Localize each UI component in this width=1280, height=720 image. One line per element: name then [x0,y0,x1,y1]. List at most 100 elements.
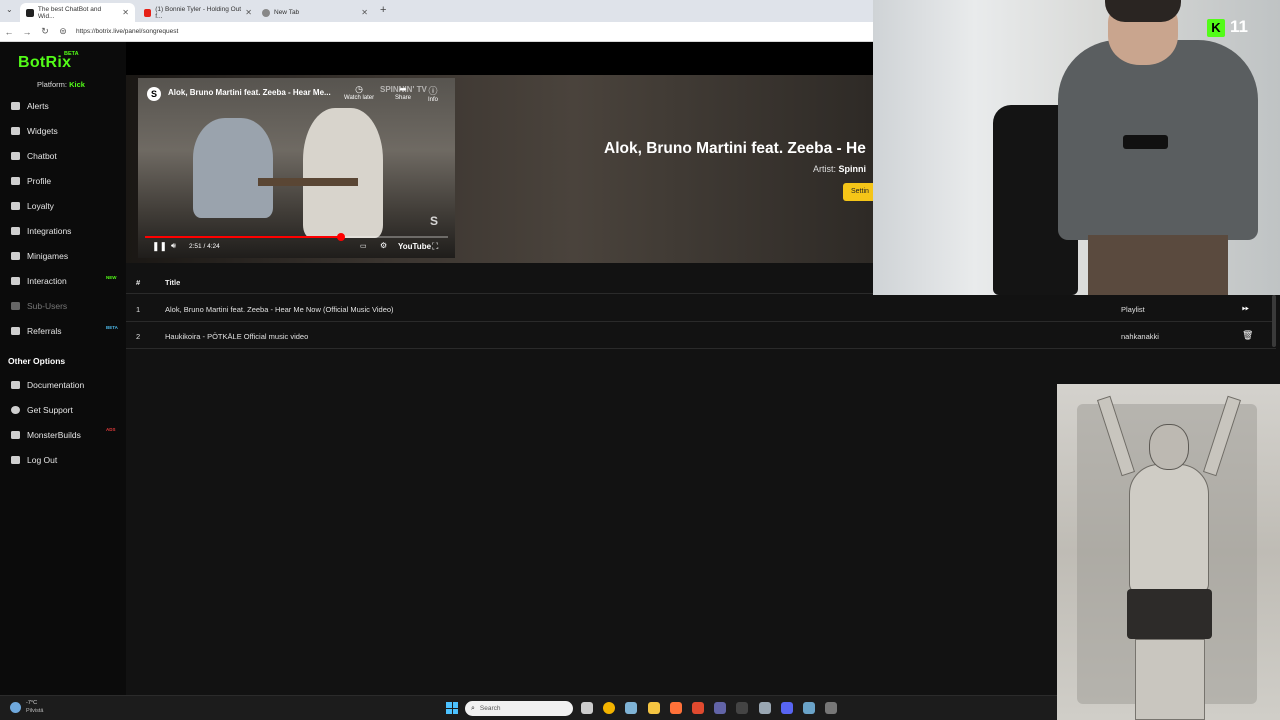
table-row: 2 Haukikoira - PÖTKÄLE Official music vi… [126,322,1276,349]
platform-indicator: Platform: Kick [37,80,85,89]
weather-temp[interactable]: -7°C [26,700,37,706]
sidebar-item-label: Alerts [27,101,49,111]
other-options-heading: Other Options [8,356,66,366]
table-scrollbar[interactable] [1272,295,1276,347]
back-icon[interactable]: ← [0,27,18,37]
search-icon: ⌕ [471,704,475,712]
sidebar-item-get-support[interactable]: Get Support [0,401,126,419]
share-button[interactable]: ➦ Share [395,84,411,101]
sidebar-item-log-out[interactable]: Log Out [0,451,126,469]
tab-label: The best ChatBot and Wid... [37,5,102,20]
now-playing-title: Alok, Bruno Martini feat. Zeeba - He [604,140,866,157]
table-row: 1 Alok, Bruno Martini feat. Zeeba - Hear… [126,295,1276,322]
share-icon: ➦ [399,84,407,94]
kick-icon: K [1207,19,1225,37]
fullscreen-icon[interactable]: ⛶ [432,241,438,252]
sidebar-item-referrals[interactable]: Referrals BETA [0,322,126,340]
teams-icon[interactable] [714,702,727,714]
captions-icon[interactable]: ▭ [360,242,367,250]
webcam-overlay: K 11 [873,0,1280,295]
browser-tab-bar: The best ChatBot and Wid... ✕ (1) Bonnie… [0,0,873,22]
browser-tab-botrix[interactable]: The best ChatBot and Wid... ✕ [20,3,135,22]
youtube-player[interactable]: S Alok, Bruno Martini feat. Zeeba - Hear… [138,78,455,258]
sidebar-item-label: Interaction [27,276,67,286]
sidebar-item-label: Minigames [27,251,69,261]
folder-icon[interactable] [647,702,660,714]
discord-icon[interactable] [780,702,793,714]
share-label: Share [395,95,412,101]
clock-icon: ◷ [355,84,363,94]
sidebar-item-monsterbuilds[interactable]: MonsterBuilds ADS [0,426,126,444]
site-info-icon[interactable]: ⊜ [54,26,72,37]
settings-icon[interactable] [758,702,771,714]
weather-condition[interactable]: Pilvistä [26,708,43,714]
progress-fill [145,236,342,238]
artist-value: Spinni [838,164,867,174]
windows-taskbar: -7°C Pilvistä ⌕ Search [0,695,1057,720]
close-tab-icon[interactable]: ✕ [245,8,252,17]
sidebar-item-chatbot[interactable]: Chatbot [0,147,126,165]
volume-icon[interactable]: 🔊︎ [171,241,176,251]
sidebar-item-interaction[interactable]: Interaction NEW [0,272,126,290]
sidebar-item-minigames[interactable]: Minigames [0,247,126,265]
obs-icon[interactable] [825,702,838,714]
alert-icon [11,102,20,110]
reload-icon[interactable]: ↻ [36,26,54,37]
widgets-icon [11,127,20,135]
tab-search-icon[interactable]: ⌄ [6,5,13,14]
steam-icon[interactable] [625,702,638,714]
gamepad-icon [11,252,20,260]
watch-later-label: Watch later [344,95,375,101]
task-view-icon[interactable] [581,702,593,714]
info-button[interactable]: ⓘ Info [428,84,438,103]
sidebar-item-profile[interactable]: Profile [0,172,126,190]
sidebar-item-integrations[interactable]: Integrations [0,222,126,240]
tab-label: (1) Bonnie Tyler - Holding Out f... [155,5,242,20]
watch-later-button[interactable]: ◷ Watch later [344,84,374,101]
sidebar-item-label: MonsterBuilds [27,430,81,440]
video-title[interactable]: Alok, Bruno Martini feat. Zeeba - Hear M… [168,88,331,97]
close-tab-icon[interactable]: ✕ [361,8,368,17]
address-bar: ← → ↻ ⊜ https://botrix.live/panel/songre… [0,22,873,42]
progress-bar[interactable] [145,233,448,241]
close-tab-icon[interactable]: ✕ [122,8,129,17]
sketch-legs [1135,639,1205,720]
firefox-icon[interactable] [669,702,682,714]
sidebar-item-label: Sub-Users [27,301,68,311]
row-requester: Playlist [1121,305,1145,314]
settings-gear-icon[interactable]: ⚙ [380,241,387,250]
sidebar-item-label: Log Out [27,455,58,465]
sidebar-item-label: Profile [27,176,52,186]
windows-start-icon[interactable] [446,702,458,714]
browser-tab-new[interactable]: New Tab ✕ [256,3,374,22]
steam-alt-icon[interactable] [803,702,815,714]
taskbar-search[interactable]: ⌕ Search [465,701,573,716]
browser-tab-youtube[interactable]: (1) Bonnie Tyler - Holding Out f... ✕ [138,3,258,22]
skip-icon[interactable]: ⏩︎ [1242,303,1249,314]
chrome-favicon-icon [262,8,270,17]
trash-icon[interactable]: 🗑︎ [1242,330,1253,341]
new-badge: NEW [106,275,117,280]
forward-icon[interactable]: → [18,27,36,37]
profile-icon [11,177,20,185]
youtube-favicon-icon [144,8,152,17]
pause-icon[interactable]: ❚❚ [152,241,167,252]
app-red-icon[interactable] [692,702,704,714]
weather-icon[interactable] [10,702,21,713]
sidebar-item-documentation[interactable]: Documentation [0,376,126,394]
chrome-icon[interactable] [603,702,616,714]
sidebar-item-alerts[interactable]: Alerts [0,97,126,115]
sidebar-item-sub-users: Sub-Users [0,297,126,315]
new-tab-icon[interactable]: + [380,4,386,16]
book-icon [11,381,20,389]
sidebar-item-loyalty[interactable]: Loyalty [0,197,126,215]
row-requester: nahkanakki [1121,332,1159,341]
terminal-icon[interactable] [736,702,749,714]
sidebar-item-widgets[interactable]: Widgets [0,122,126,140]
beta-badge: BETA [106,325,118,330]
sidebar-item-label: Integrations [27,226,72,236]
progress-scrubber[interactable] [337,233,346,241]
spinnin-channel-icon[interactable]: S [147,87,161,101]
url-field[interactable]: https://botrix.live/panel/songrequest [76,28,178,35]
youtube-logo[interactable]: YouTube [398,242,431,251]
